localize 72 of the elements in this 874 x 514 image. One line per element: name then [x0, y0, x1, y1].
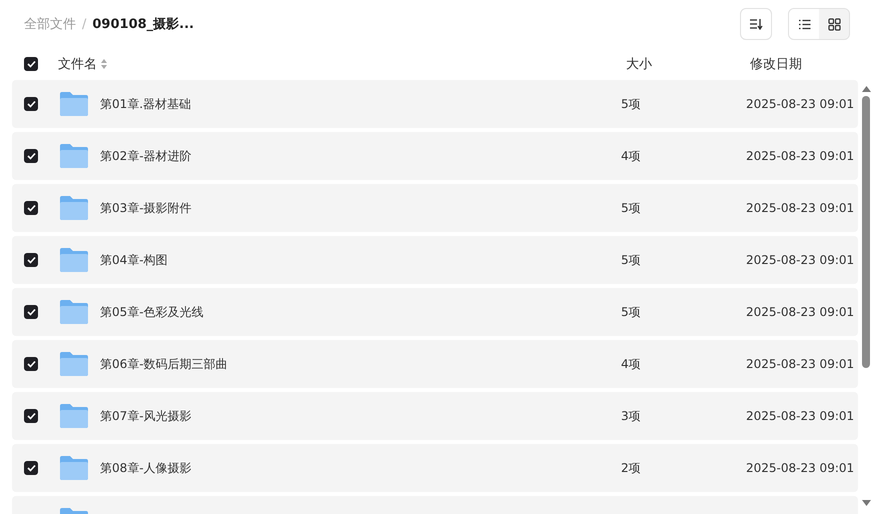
file-name: 第04章-构图	[100, 252, 169, 268]
folder-icon	[59, 91, 89, 117]
check-icon	[26, 360, 36, 368]
sort-button[interactable]	[740, 8, 772, 40]
folder-icon	[59, 351, 89, 377]
folder-icon	[59, 247, 89, 273]
modified-date: 2025-08-23 09:01	[746, 97, 856, 111]
modified-date: 2025-08-23 09:01	[746, 409, 856, 423]
file-name: 第02章-器材进阶	[100, 148, 193, 164]
file-name: 第05章-色彩及光线	[100, 304, 205, 320]
modified-date: 2025-08-23 09:01	[746, 305, 856, 319]
item-count: 5项	[621, 200, 642, 216]
file-name: 第07章-风光摄影	[100, 408, 193, 424]
file-row[interactable]: 第01章.器材基础 5项 2025-08-23 09:01	[12, 80, 858, 128]
file-row[interactable]: 第08章-人像摄影 2项 2025-08-23 09:01	[12, 444, 858, 492]
file-row[interactable]: 第05章-色彩及光线 5项 2025-08-23 09:01	[12, 288, 858, 336]
checkbox[interactable]	[24, 357, 38, 371]
item-count: 4项	[621, 356, 642, 372]
scroll-down-icon[interactable]	[862, 500, 870, 506]
item-count: 5项	[621, 252, 642, 268]
checkbox[interactable]	[24, 409, 38, 423]
checkbox[interactable]	[24, 57, 38, 71]
modified-date: 2025-08-23 09:01	[746, 461, 856, 475]
check-icon	[26, 100, 36, 108]
list-view-button[interactable]	[789, 9, 819, 39]
checkbox[interactable]	[24, 253, 38, 267]
file-name: 第06章-数码后期三部曲	[100, 356, 229, 372]
file-row[interactable]: 第02章-器材进阶 4项 2025-08-23 09:01	[12, 132, 858, 180]
check-icon	[26, 464, 36, 472]
file-row[interactable]: 第03章-摄影附件 5项 2025-08-23 09:01	[12, 184, 858, 232]
file-row[interactable]: 第06章-数码后期三部曲 4项 2025-08-23 09:01	[12, 340, 858, 388]
breadcrumb-item[interactable]: 090108_摄影...	[92, 15, 194, 33]
checkbox[interactable]	[24, 201, 38, 215]
modified-date: 2025-08-23 09:01	[746, 201, 856, 215]
file-row[interactable]: 第07章-风光摄影 3项 2025-08-23 09:01	[12, 392, 858, 440]
file-name: 第08章-人像摄影	[100, 460, 193, 476]
check-icon	[26, 256, 36, 264]
check-icon	[26, 412, 36, 420]
sort-icon	[101, 59, 107, 69]
item-count: 2项	[621, 460, 642, 476]
grid-icon	[828, 18, 840, 30]
folder-icon	[59, 195, 89, 221]
item-count: 3项	[621, 408, 642, 424]
checkbox[interactable]	[24, 461, 38, 475]
column-header[interactable]: 大小	[624, 55, 750, 73]
file-name: 第03章-摄影附件	[100, 200, 193, 216]
folder-icon	[59, 143, 89, 169]
folder-icon	[59, 403, 89, 429]
checkbox[interactable]	[24, 149, 38, 163]
modified-date: 2025-08-23 09:01	[746, 253, 856, 267]
checkbox[interactable]	[24, 305, 38, 319]
breadcrumb-separator: /	[82, 16, 86, 32]
scroll-up-icon[interactable]	[862, 86, 870, 92]
modified-date: 2025-08-23 09:01	[746, 149, 856, 163]
check-icon	[26, 308, 36, 316]
modified-date: 2025-08-23 09:01	[746, 357, 856, 371]
check-icon	[26, 60, 36, 68]
item-count: 5项	[621, 304, 642, 320]
item-count: 4项	[621, 148, 642, 164]
list-icon	[798, 18, 810, 30]
column-header[interactable]: 文件名	[58, 55, 624, 73]
sort-icon	[749, 18, 763, 30]
column-header[interactable]: 修改日期	[750, 55, 862, 73]
check-icon	[26, 204, 36, 212]
checkbox[interactable]	[24, 97, 38, 111]
folder-icon	[59, 299, 89, 325]
file-row[interactable]: 第04章-构图 5项 2025-08-23 09:01	[12, 236, 858, 284]
scrollbar-thumb[interactable]	[862, 96, 870, 368]
item-count: 5项	[621, 96, 642, 112]
folder-icon	[59, 455, 89, 481]
check-icon	[26, 152, 36, 160]
file-name: 第01章.器材基础	[100, 96, 192, 112]
